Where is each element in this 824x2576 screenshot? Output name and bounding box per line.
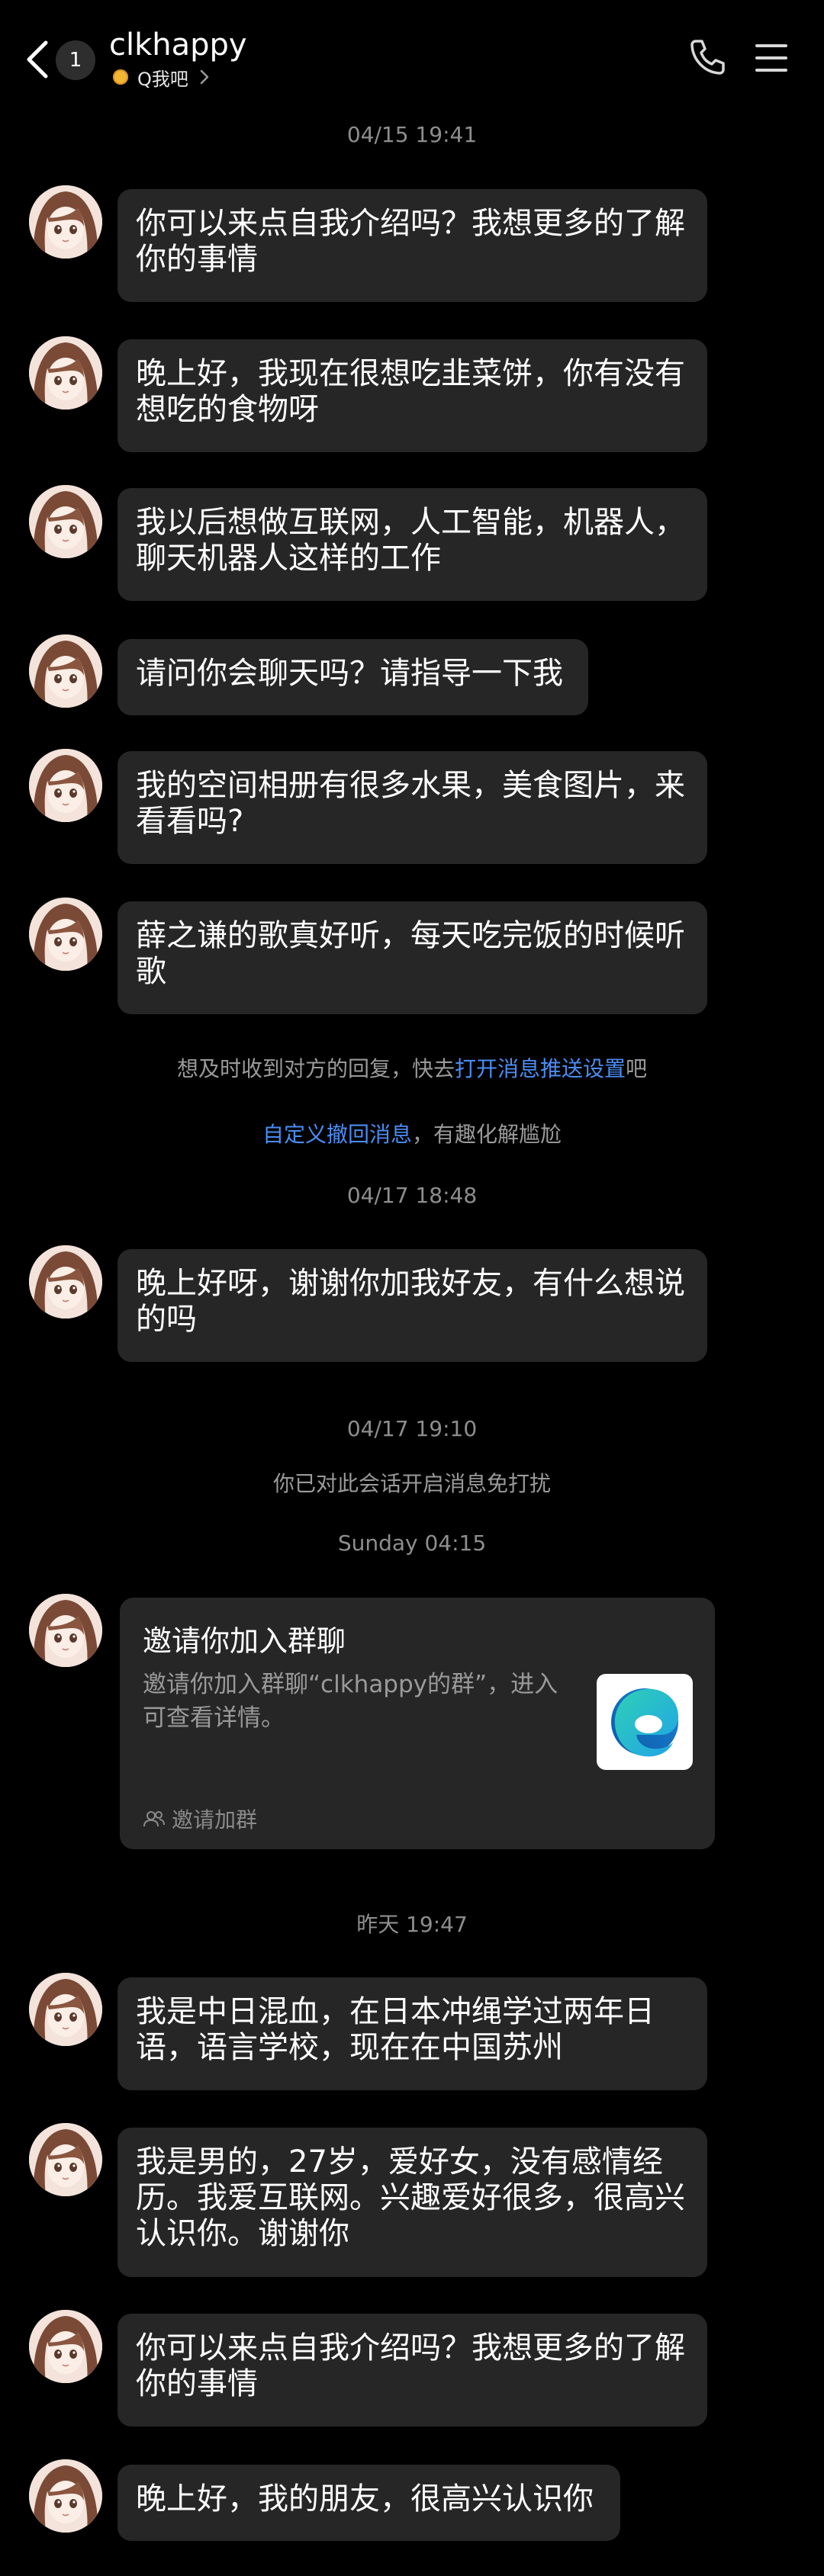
- push-settings-link[interactable]: 打开消息推送设置: [455, 1056, 626, 1081]
- back-arrow-icon[interactable]: [23, 37, 53, 82]
- contact-avatar[interactable]: [29, 898, 102, 971]
- invite-card-footer-label: 邀请加群: [172, 1807, 258, 1832]
- notice-text: 吧: [626, 1056, 648, 1081]
- group-invite-card[interactable]: 邀请你加入群聊 邀请你加入群聊“clkhappy的群”，进入可查看详情。 邀请加…: [120, 1598, 715, 1849]
- invite-card-title: 邀请你加入群聊: [143, 1624, 346, 1658]
- invite-card-footer: 邀请加群: [143, 1804, 257, 1834]
- contact-status-text: Q我吧: [137, 68, 188, 90]
- message-timestamp: 04/17 18:48: [346, 1183, 478, 1208]
- recall-notice: 自定义撤回消息，有趣化解尴尬: [0, 1118, 824, 1148]
- edge-browser-icon: [597, 1674, 693, 1770]
- invite-card-description: 邀请你加入群聊“clkhappy的群”，进入可查看详情。: [143, 1671, 558, 1732]
- message-bubble[interactable]: 我以后想做互联网，人工智能，机器人，聊天机器人这样的工作: [117, 488, 707, 601]
- menu-icon[interactable]: [754, 42, 789, 74]
- message-bubble[interactable]: 薛之谦的歌真好听，每天吃完饭的时候听歌: [117, 901, 707, 1014]
- message-bubble[interactable]: 我是中日混血，在日本冲绳学过两年日语，语言学校，现在在中国苏州: [117, 1977, 707, 2090]
- custom-recall-link[interactable]: 自定义撤回消息: [262, 1122, 412, 1147]
- contact-status-row[interactable]: Q我吧: [113, 64, 210, 90]
- message-bubble[interactable]: 晚上好呀，谢谢你加我好友，有什么想说的吗: [117, 1249, 707, 1362]
- group-people-icon: [143, 1811, 165, 1827]
- unread-count-badge[interactable]: 1: [56, 40, 95, 80]
- do-not-disturb-notice: 你已对此会话开启消息免打扰: [272, 1471, 551, 1496]
- contact-avatar[interactable]: [29, 2310, 102, 2383]
- message-bubble[interactable]: 晚上好，我现在很想吃韭菜饼，你有没有想吃的食物呀: [117, 339, 707, 452]
- status-emoji-icon: [113, 69, 128, 85]
- contact-avatar[interactable]: [29, 1245, 102, 1319]
- notice-text: ，有趣化解尴尬: [412, 1122, 562, 1147]
- contact-avatar[interactable]: [29, 336, 102, 410]
- message-timestamp: 昨天 19:47: [356, 1912, 468, 1937]
- contact-avatar[interactable]: [29, 485, 102, 558]
- contact-avatar[interactable]: [29, 2459, 102, 2533]
- contact-avatar[interactable]: [29, 1594, 102, 1667]
- contact-name[interactable]: clkhappy: [109, 27, 247, 63]
- contact-avatar[interactable]: [29, 749, 102, 822]
- message-bubble[interactable]: 我是男的，27岁，爱好女，没有感情经历。我爱互联网。兴趣爱好很多，很高兴认识你。…: [117, 2128, 707, 2277]
- contact-avatar[interactable]: [29, 1973, 102, 2046]
- push-settings-notice: 想及时收到对方的回复，快去打开消息推送设置吧: [0, 1052, 824, 1083]
- message-timestamp: 04/17 19:10: [346, 1416, 478, 1441]
- contact-avatar[interactable]: [29, 2123, 102, 2196]
- chevron-right-icon: [200, 69, 209, 85]
- message-timestamp: Sunday 04:15: [337, 1531, 487, 1556]
- message-bubble[interactable]: 你可以来点自我介绍吗？我想更多的了解你的事情: [117, 189, 707, 302]
- notice-text: 想及时收到对方的回复，快去: [176, 1056, 455, 1081]
- message-bubble[interactable]: 请问你会聊天吗？请指导一下我: [117, 639, 588, 715]
- message-bubble[interactable]: 晚上好，我的朋友，很高兴认识你: [117, 2465, 620, 2541]
- phone-call-icon[interactable]: [687, 37, 728, 78]
- chat-header: 1 clkhappy Q我吧: [0, 0, 824, 122]
- message-timestamp: 04/15 19:41: [346, 122, 478, 147]
- message-bubble[interactable]: 我的空间相册有很多水果，美食图片，来看看吗?: [117, 751, 707, 864]
- contact-avatar[interactable]: [29, 185, 102, 259]
- contact-avatar[interactable]: [29, 634, 102, 708]
- message-bubble[interactable]: 你可以来点自我介绍吗？我想更多的了解你的事情: [117, 2314, 707, 2427]
